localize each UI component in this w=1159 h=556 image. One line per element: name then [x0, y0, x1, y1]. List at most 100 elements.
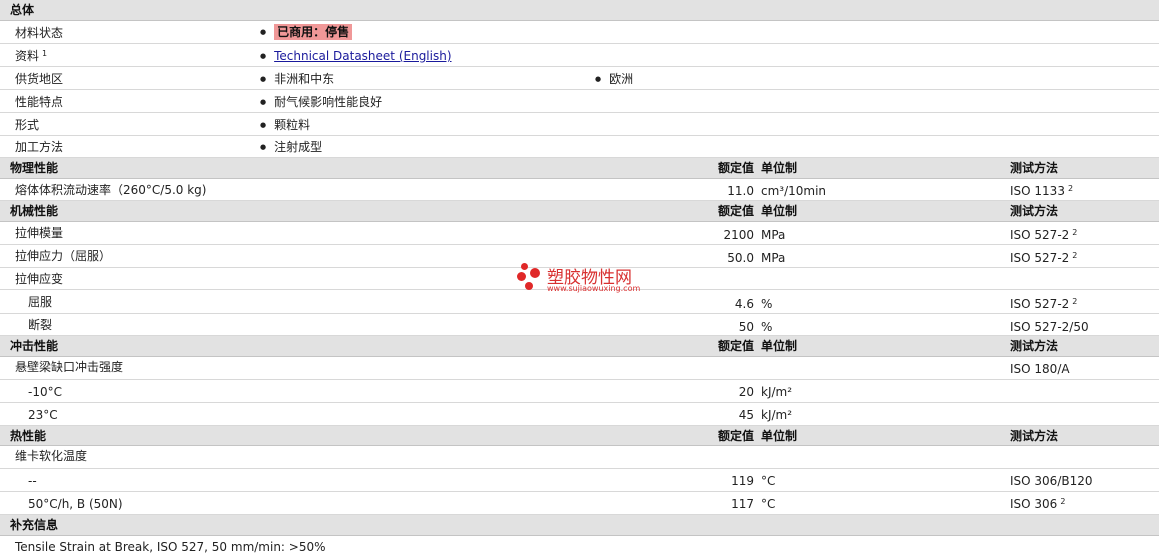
- row-unit: °C: [761, 474, 776, 488]
- processing-item: 注射成型: [260, 141, 322, 153]
- status-badge: 已商用：停售: [274, 24, 353, 40]
- row-tensile-modulus: 拉伸模量 2100 MPa ISO 527-2 2: [0, 222, 1159, 245]
- row-value: 45: [738, 408, 754, 422]
- row-test: ISO 527-2 2: [1010, 297, 1078, 311]
- section-title: 物理性能: [10, 161, 59, 175]
- row-value: 4.6: [734, 297, 754, 311]
- row-label: -10°C: [28, 385, 62, 399]
- supplement-note: Tensile Strain at Break, ISO 527, 50 mm/…: [15, 540, 326, 554]
- row-label: 屈服: [28, 295, 53, 309]
- section-title: 冲击性能: [10, 339, 59, 353]
- datasheet-link[interactable]: Technical Datasheet (English): [274, 49, 451, 63]
- row-value: 2100: [723, 228, 754, 242]
- col-header-nominal: 额定值: [717, 161, 754, 175]
- row-mvr: 熔体体积流动速率（260°C/5.0 kg) 11.0 cm³/10min IS…: [0, 179, 1159, 201]
- logo-dot: [530, 268, 540, 278]
- section-header-supplement: 补充信息: [0, 515, 1159, 536]
- col-header-test: 测试方法: [1010, 161, 1059, 175]
- row-processing: 加工方法 注射成型: [0, 136, 1159, 158]
- row-label: 性能特点: [15, 95, 64, 109]
- col-header-nominal: 额定值: [717, 429, 754, 443]
- row-unit: %: [761, 320, 773, 334]
- row-documents: 资料1 Technical Datasheet (English): [0, 44, 1159, 67]
- row-value: 20: [738, 385, 754, 399]
- section-header-physical: 物理性能 额定值 单位制 测试方法: [0, 158, 1159, 179]
- row-label: 断裂: [28, 318, 53, 332]
- row-label: 加工方法: [15, 140, 64, 154]
- row-unit: %: [761, 297, 773, 311]
- row-izod-23: 23°C 45 kJ/m²: [0, 403, 1159, 426]
- row-vicat: 维卡软化温度: [0, 446, 1159, 469]
- col-header-nominal: 额定值: [717, 339, 754, 353]
- row-vicat-rate: 50°C/h, B (50N) 117 °C ISO 306 2: [0, 492, 1159, 515]
- row-unit: cm³/10min: [761, 184, 827, 198]
- row-unit: °C: [761, 497, 776, 511]
- col-header-test: 测试方法: [1010, 339, 1059, 353]
- col-header-test: 测试方法: [1010, 204, 1059, 218]
- row-unit: kJ/m²: [761, 385, 793, 399]
- status-bullet: 已商用：停售: [260, 24, 353, 40]
- section-title: 机械性能: [10, 204, 59, 218]
- row-label: 熔体体积流动速率（260°C/5.0 kg): [15, 183, 207, 197]
- col-header-unit: 单位制: [761, 204, 798, 218]
- row-label: 拉伸应变: [15, 272, 64, 286]
- row-label: 悬壁梁缺口冲击强度: [15, 360, 124, 374]
- form-item: 颗粒料: [260, 119, 310, 131]
- section-title: 热性能: [10, 429, 47, 443]
- col-header-unit: 单位制: [761, 339, 798, 353]
- row-features: 性能特点 耐气候影响性能良好: [0, 90, 1159, 113]
- section-header-thermal: 热性能 额定值 单位制 测试方法: [0, 426, 1159, 446]
- row-test: ISO 180/A: [1010, 362, 1070, 376]
- row-unit: kJ/m²: [761, 408, 793, 422]
- section-header-mechanical: 机械性能 额定值 单位制 测试方法: [0, 201, 1159, 222]
- row-availability: 供货地区 非洲和中东 欧洲: [0, 67, 1159, 90]
- row-unit: MPa: [761, 251, 786, 265]
- logo-dot: [521, 263, 528, 270]
- watermark-url: www.sujiaowuxing.com: [547, 284, 641, 293]
- row-izod-minus10: -10°C 20 kJ/m²: [0, 380, 1159, 403]
- row-label: 拉伸应力（屈服）: [15, 249, 112, 263]
- col-header-unit: 单位制: [761, 161, 798, 175]
- row-label: 拉伸模量: [15, 226, 64, 240]
- row-label: 形式: [15, 118, 40, 132]
- row-value: 119: [731, 474, 754, 488]
- row-test: ISO 527-2 2: [1010, 251, 1078, 265]
- section-header-impact: 冲击性能 额定值 单位制 测试方法: [0, 336, 1159, 357]
- section-title: 总体: [10, 3, 35, 17]
- row-test: ISO 527-2 2: [1010, 228, 1078, 242]
- section-title: 补充信息: [10, 518, 59, 532]
- doc-bullet: Technical Datasheet (English): [260, 49, 451, 63]
- row-note: Tensile Strain at Break, ISO 527, 50 mm/…: [0, 536, 1159, 556]
- feature-item: 耐气候影响性能良好: [260, 96, 382, 108]
- row-test: ISO 306/B120: [1010, 474, 1093, 488]
- row-izod: 悬壁梁缺口冲击强度 ISO 180/A: [0, 357, 1159, 380]
- section-header-general: 总体: [0, 0, 1159, 21]
- row-material-status: 材料状态 已商用：停售: [0, 21, 1159, 44]
- row-value: 50.0: [727, 251, 754, 265]
- row-strain-break: 断裂 50 % ISO 527-2/50: [0, 314, 1159, 336]
- row-test: ISO 306 2: [1010, 497, 1066, 511]
- row-unit: MPa: [761, 228, 786, 242]
- col-header-test: 测试方法: [1010, 429, 1059, 443]
- row-label: --: [28, 474, 37, 488]
- row-value: 11.0: [727, 184, 754, 198]
- logo-dot: [517, 272, 526, 281]
- watermark-logo: 塑胶物性网 www.sujiaowuxing.com: [517, 263, 647, 295]
- row-label: 23°C: [28, 408, 58, 422]
- row-label: 50°C/h, B (50N): [28, 497, 123, 511]
- region-item: 非洲和中东: [260, 73, 334, 85]
- col-header-nominal: 额定值: [717, 204, 754, 218]
- row-label: 维卡软化温度: [15, 449, 88, 463]
- row-value: 50: [738, 320, 754, 334]
- row-vicat-dash: -- 119 °C ISO 306/B120: [0, 469, 1159, 492]
- col-header-unit: 单位制: [761, 429, 798, 443]
- row-forms: 形式 颗粒料: [0, 113, 1159, 136]
- row-value: 117: [731, 497, 754, 511]
- row-label: 资料 1: [15, 49, 48, 63]
- row-label: 供货地区: [15, 72, 64, 86]
- row-test: ISO 527-2/50: [1010, 320, 1089, 334]
- row-label: 材料状态: [15, 26, 64, 40]
- logo-dot: [525, 282, 533, 290]
- region-item: 欧洲: [595, 73, 633, 85]
- row-test: ISO 1133 2: [1010, 184, 1074, 198]
